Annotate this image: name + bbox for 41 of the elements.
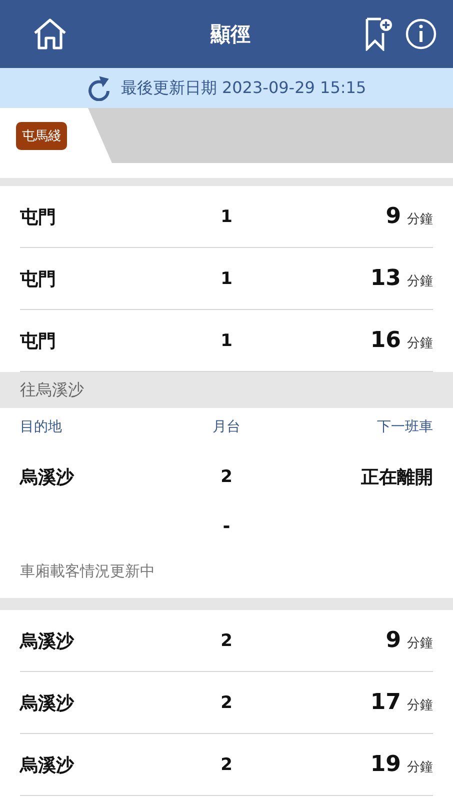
unit-text: 分鐘: [407, 635, 433, 652]
unit-text: 分鐘: [407, 759, 433, 776]
minutes-text: 16: [370, 328, 401, 353]
platform-text: 1: [220, 268, 232, 288]
page-title: 顯徑: [209, 20, 252, 48]
destination-text: 屯門: [20, 330, 56, 352]
platform-text: 2: [220, 630, 232, 650]
destination-text: 屯門: [20, 206, 56, 228]
column-heading: 月台: [212, 418, 240, 436]
bookmark-add-icon[interactable]: [365, 17, 393, 51]
platform-text: 2: [220, 754, 232, 774]
unit-text: 分鐘: [407, 273, 433, 290]
refresh-icon[interactable]: [86, 75, 111, 101]
unit-text: 分鐘: [407, 211, 433, 228]
line-tab[interactable]: 屯馬綫: [0, 108, 112, 163]
unit-text: 分鐘: [407, 697, 433, 714]
update-time-text: 最後更新日期 2023-09-29 15:15: [120, 78, 366, 98]
line-badge: 屯馬綫: [16, 122, 67, 150]
platform-text: 2: [220, 467, 232, 487]
minutes-text: 9: [386, 628, 401, 653]
platform-text: 1: [220, 330, 232, 350]
car-load-dash: -: [222, 516, 230, 537]
load-note-text: 車廂載客情況更新中: [20, 562, 155, 581]
destination-text: 烏溪沙: [20, 630, 74, 652]
minutes-text: 9: [386, 204, 401, 229]
destination-text: 烏溪沙: [20, 692, 74, 714]
direction-title: 往烏溪沙: [20, 380, 84, 400]
column-heading: 下一班車: [377, 418, 433, 436]
departing-status-text: 正在離開: [361, 466, 433, 489]
info-icon[interactable]: [405, 18, 437, 50]
column-heading: 目的地: [20, 418, 62, 436]
minutes-text: 17: [370, 690, 401, 715]
minutes-text: 13: [370, 266, 401, 291]
platform-text: 2: [220, 692, 232, 712]
unit-text: 分鐘: [407, 335, 433, 352]
minutes-text: 19: [370, 752, 401, 777]
destination-text: 烏溪沙: [20, 466, 74, 489]
destination-text: 屯門: [20, 268, 56, 290]
home-icon[interactable]: [32, 18, 68, 50]
platform-text: 1: [220, 206, 232, 226]
destination-text: 烏溪沙: [20, 754, 74, 776]
